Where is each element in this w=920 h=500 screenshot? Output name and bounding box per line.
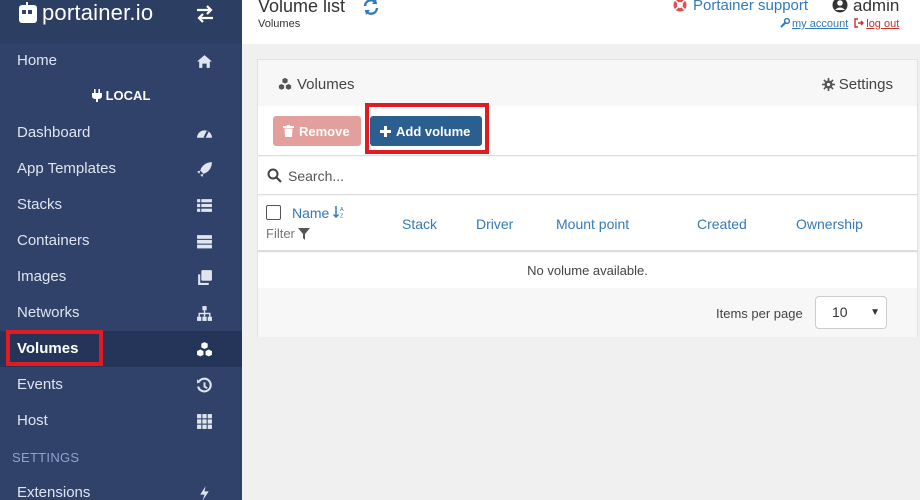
user-label: admin [853,0,900,15]
svg-text:A: A [340,207,344,213]
page-title: Volume list [258,0,346,16]
cubes-icon [278,77,292,90]
settings-button[interactable]: Settings [821,76,893,93]
table-header: Name AZ Filter Stack Driver Mount point … [258,196,917,252]
sidebar-item-label: Extensions [17,484,91,500]
sidebar-item-label: Containers [17,232,90,249]
filter-label: Filter [266,226,295,241]
support-icon [673,0,687,12]
actions-bar: Remove Add volume [258,106,917,156]
widget-title-label: Volumes [297,76,355,93]
my-account-link[interactable]: my account [780,17,849,30]
clone-icon [198,270,212,285]
sidebar-item-images[interactable]: Images [0,259,242,295]
column-header-created[interactable]: Created [697,216,747,232]
refresh-icon[interactable] [362,0,380,16]
gear-icon [821,78,835,91]
search-input[interactable] [288,165,888,187]
tachometer-icon [197,130,212,139]
column-header-mount-point[interactable]: Mount point [556,216,629,232]
breadcrumb: Volumes [258,18,301,30]
sidebar-item-dashboard[interactable]: Dashboard [0,115,242,151]
brand-bar: portainer.io [0,0,242,44]
sidebar-item-label: Host [17,412,48,429]
endpoint-name: LOCAL [105,88,151,103]
history-icon [197,377,212,393]
plug-icon [91,89,102,102]
filter-button[interactable]: Filter [266,226,310,241]
my-account-label: my account [792,18,849,30]
widget-header: Volumes Settings [258,60,917,106]
filter-icon [297,228,310,240]
sign-out-icon [854,18,865,28]
sidebar-item-home[interactable]: Home [0,43,242,79]
cubes-icon [197,342,212,357]
chevron-down-icon: ▼ [870,307,880,318]
remove-button[interactable]: Remove [273,116,361,146]
sidebar-item-label: Networks [17,304,80,321]
sidebar-item-label: Images [17,268,67,285]
svg-text:Z: Z [340,214,344,219]
search-icon [267,168,282,183]
portainer-logo-icon[interactable] [16,2,40,26]
plus-icon [380,125,391,137]
add-volume-label: Add volume [396,123,471,139]
sidebar-item-label: Stacks [17,196,63,213]
sort-alpha-icon: AZ [333,206,344,220]
grid-icon [197,414,212,429]
column-name-label: Name [292,205,330,221]
endpoint-label: LOCAL [0,88,242,103]
empty-message: No volume available. [258,253,917,288]
sidebar-item-containers[interactable]: Containers [0,223,242,259]
rocket-icon [197,162,212,177]
column-header-driver[interactable]: Driver [476,216,513,232]
brand-name[interactable]: portainer.io [42,0,153,26]
logout-link[interactable]: log out [854,18,899,30]
add-volume-button[interactable]: Add volume [370,116,482,146]
volumes-widget: Volumes Settings Remove Add volume Name … [257,59,918,337]
items-per-page-value: 10 [832,304,848,320]
trash-icon [283,125,294,137]
logout-label: log out [866,18,900,30]
sidebar-item-label: Home [17,52,58,69]
select-all-checkbox[interactable] [266,205,281,220]
column-header-name[interactable]: Name AZ [292,205,346,221]
column-header-stack[interactable]: Stack [402,216,437,232]
support-label: Portainer support [693,0,809,14]
bolt-icon [200,486,209,500]
items-per-page-select[interactable]: 10 ▼ [815,296,887,329]
sidebar-toggle-icon[interactable] [194,4,216,24]
column-header-ownership[interactable]: Ownership [796,216,863,232]
sidebar-item-events[interactable]: Events [0,367,242,403]
widget-title: Volumes [278,76,355,93]
search-bar [258,157,917,195]
sidebar-item-app-templates[interactable]: App Templates [0,151,242,187]
items-per-page-label: Items per page [716,306,803,321]
top-header: Volume list Volumes Portainer support ad… [242,0,920,44]
settings-label: Settings [838,76,893,93]
sidebar-item-label: App Templates [17,160,116,177]
sidebar-item-stacks[interactable]: Stacks [0,187,242,223]
user-links: my account log out [780,17,905,30]
sidebar-item-label: Events [17,376,63,393]
remove-label: Remove [299,123,350,139]
list-icon [197,199,212,212]
sidebar-item-label: Dashboard [17,124,91,141]
sidebar-item-volumes[interactable]: Volumes [0,331,242,367]
sitemap-icon [197,306,212,321]
sidebar-item-label: Volumes [17,340,79,357]
sidebar-section-settings: SETTINGS [12,450,80,465]
user-icon [832,0,848,13]
table-footer: Items per page 10 ▼ [258,289,917,337]
sidebar-item-extensions[interactable]: Extensions [0,475,242,500]
support-link[interactable]: Portainer support [673,0,808,14]
home-icon [197,55,212,68]
server-icon [197,235,212,249]
sidebar-item-host[interactable]: Host [0,403,242,439]
sidebar-item-networks[interactable]: Networks [0,295,242,331]
sidebar: portainer.io Home LOCAL Dashboard App Te… [0,0,242,500]
wrench-icon [780,17,791,28]
user-name: admin [832,0,899,16]
